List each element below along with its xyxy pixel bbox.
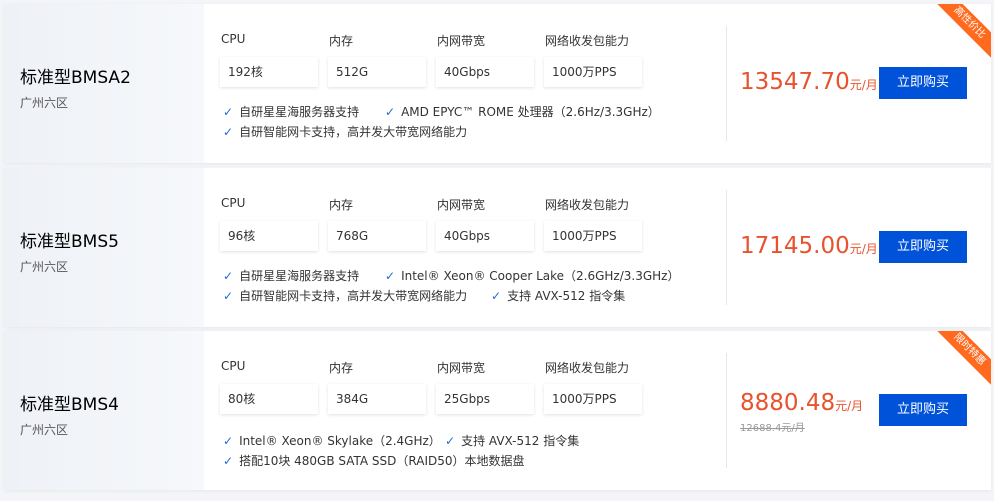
feature-item: ✓ 支持 AVX-512 指令集 xyxy=(491,289,626,303)
product-name: 标准型BMS5 xyxy=(20,232,119,252)
spec-value-pps: 1000万PPS xyxy=(544,384,642,414)
spec-label-memory: 内存 xyxy=(329,34,354,48)
spec-value-memory: 512G xyxy=(328,57,426,87)
spec-label-cpu: CPU xyxy=(221,32,246,46)
spec-label-memory: 内存 xyxy=(329,198,354,212)
spec-label-bandwidth: 内网带宽 xyxy=(437,361,486,375)
product-region: 广州六区 xyxy=(20,260,69,274)
feature-item: ✓ 自研星星海服务器支持 xyxy=(223,269,360,283)
divider xyxy=(726,26,727,141)
check-icon: ✓ xyxy=(223,105,234,119)
price-value: 17145.00 xyxy=(740,233,850,259)
feature-item: ✓ AMD EPYC™ ROME 处理器（2.6Hz/3.3GHz） xyxy=(385,105,660,119)
spec-value-bandwidth: 40Gbps xyxy=(436,221,534,251)
check-icon: ✓ xyxy=(223,125,234,139)
spec-value-memory: 768G xyxy=(328,221,426,251)
spec-label-memory: 内存 xyxy=(329,361,354,375)
divider xyxy=(726,353,727,468)
feature-item: ✓ 搭配10块 480GB SATA SSD（RAID50）本地数据盘 xyxy=(223,454,525,468)
spec-value-memory: 384G xyxy=(328,384,426,414)
price: 17145.00元/月 xyxy=(740,233,878,259)
feature-item: ✓ 支持 AVX-512 指令集 xyxy=(445,434,580,448)
feature-item: ✓ Intel® Xeon® Skylake（2.4GHz） xyxy=(223,434,441,448)
spec-value-bandwidth: 40Gbps xyxy=(436,57,534,87)
spec-value-cpu: 192核 xyxy=(220,57,318,87)
check-icon: ✓ xyxy=(223,269,234,283)
price-unit: 元/月 xyxy=(849,242,878,256)
product-info-panel: 标准型BMS4 广州六区 xyxy=(4,331,204,490)
feature-item: ✓ 自研智能网卡支持，高并发大带宽网络能力 xyxy=(223,289,468,303)
spec-value-bandwidth: 25Gbps xyxy=(436,384,534,414)
check-icon: ✓ xyxy=(223,434,234,448)
product-card-bmsa2: 标准型BMSA2 广州六区 CPU 内存 内网带宽 网络收发包能力 192核 5… xyxy=(4,4,991,163)
buy-button[interactable]: 立即购买 xyxy=(879,231,967,263)
product-region: 广州六区 xyxy=(20,423,69,437)
spec-label-bandwidth: 内网带宽 xyxy=(437,198,486,212)
spec-label-pps: 网络收发包能力 xyxy=(545,34,630,48)
check-icon: ✓ xyxy=(445,434,456,448)
limited-offer-ribbon-badge: 限时特惠 xyxy=(930,331,991,389)
product-card-bms5: 标准型BMS5 广州六区 CPU 内存 内网带宽 网络收发包能力 96核 768… xyxy=(4,168,991,327)
feature-item: ✓ Intel® Xeon® Cooper Lake（2.6GHz/3.3GHz） xyxy=(385,269,680,283)
product-card-bms4: 标准型BMS4 广州六区 CPU 内存 内网带宽 网络收发包能力 80核 384… xyxy=(4,331,991,490)
spec-value-cpu: 80核 xyxy=(220,384,318,414)
check-icon: ✓ xyxy=(223,454,234,468)
price-unit: 元/月 xyxy=(849,78,878,92)
price: 8880.48元/月 xyxy=(740,390,863,416)
spec-value-pps: 1000万PPS xyxy=(544,221,642,251)
price-value: 8880.48 xyxy=(740,390,836,416)
price-value: 13547.70 xyxy=(740,69,850,95)
check-icon: ✓ xyxy=(385,269,396,283)
check-icon: ✓ xyxy=(223,289,234,303)
product-name: 标准型BMS4 xyxy=(20,395,119,415)
product-info-panel: 标准型BMS5 广州六区 xyxy=(4,168,204,327)
divider xyxy=(726,190,727,305)
check-icon: ✓ xyxy=(491,289,502,303)
original-price: 12688.4元/月 xyxy=(740,423,805,434)
spec-label-cpu: CPU xyxy=(221,359,246,373)
product-name: 标准型BMSA2 xyxy=(20,68,131,88)
price-unit: 元/月 xyxy=(835,399,864,413)
spec-value-cpu: 96核 xyxy=(220,221,318,251)
spec-label-pps: 网络收发包能力 xyxy=(545,361,630,375)
spec-value-pps: 1000万PPS xyxy=(544,57,642,87)
price: 13547.70元/月 xyxy=(740,69,878,95)
value-ribbon-badge: 高性价比 xyxy=(930,4,991,62)
product-info-panel: 标准型BMSA2 广州六区 xyxy=(4,4,204,163)
check-icon: ✓ xyxy=(385,105,396,119)
buy-button[interactable]: 立即购买 xyxy=(879,394,967,426)
product-region: 广州六区 xyxy=(20,96,69,110)
spec-label-pps: 网络收发包能力 xyxy=(545,198,630,212)
feature-item: ✓ 自研智能网卡支持，高并发大带宽网络能力 xyxy=(223,125,468,139)
buy-button[interactable]: 立即购买 xyxy=(879,67,967,99)
feature-item: ✓ 自研星星海服务器支持 xyxy=(223,105,360,119)
spec-label-cpu: CPU xyxy=(221,196,246,210)
spec-label-bandwidth: 内网带宽 xyxy=(437,34,486,48)
